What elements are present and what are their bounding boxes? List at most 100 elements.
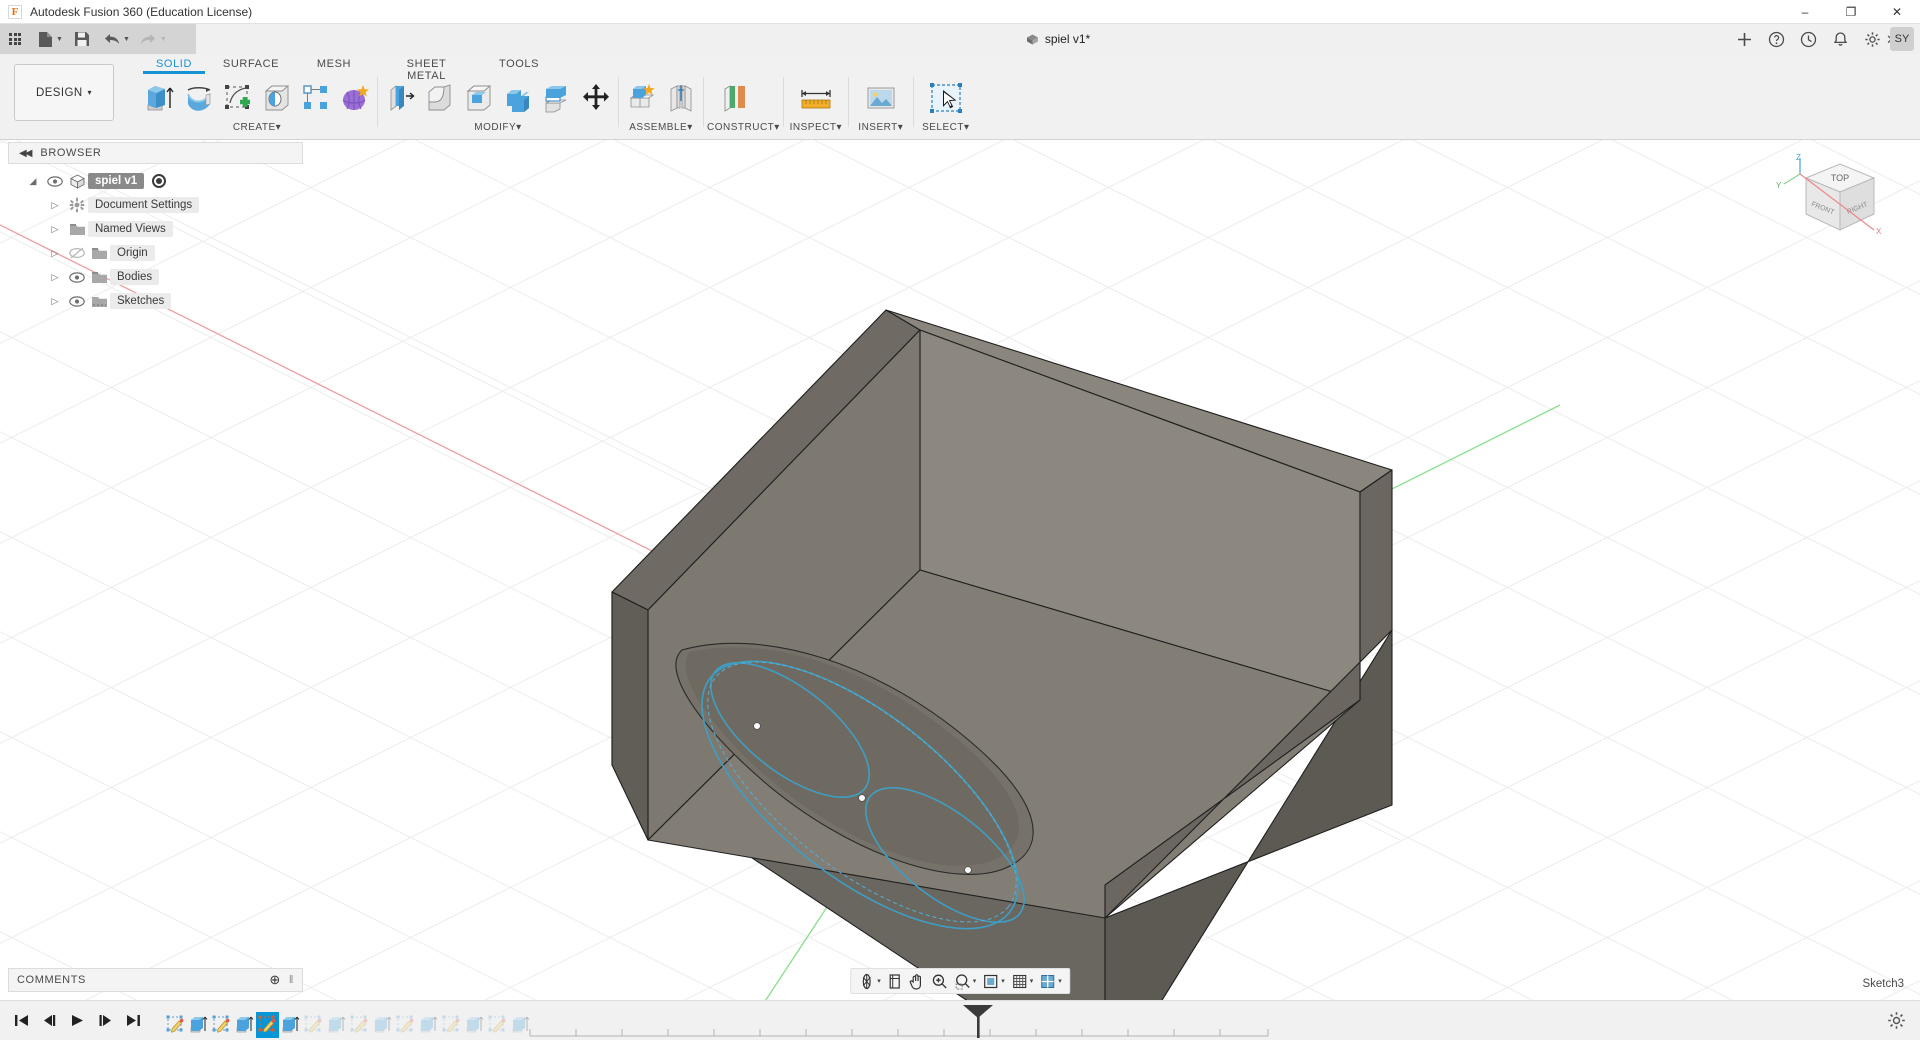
expand-arrow-icon[interactable]: ▷ (44, 296, 66, 307)
undo-caret-icon[interactable]: ▼ (123, 36, 130, 43)
tree-item-spiel[interactable]: ◢ spiel v1 (8, 169, 303, 193)
pan-icon[interactable] (905, 969, 928, 993)
panel-inspect-label[interactable]: INSPECT▾ (787, 121, 845, 135)
quick-access-right-tools: SY (1730, 24, 1914, 54)
timeline-marker[interactable] (963, 1005, 993, 1038)
add-icon[interactable] (1730, 25, 1758, 53)
new-component-tool-icon[interactable] (622, 76, 661, 120)
viewports-icon[interactable]: ▾ (1036, 969, 1065, 993)
visibility-eye-icon[interactable] (66, 271, 88, 283)
tree-item-origin[interactable]: ▷ Origin (8, 241, 303, 265)
workspace-label: DESIGN (36, 86, 83, 99)
visibility-eye-icon[interactable] (44, 175, 66, 187)
active-sketch-status: Sketch3 (1862, 978, 1904, 990)
expand-arrow-icon[interactable]: ◢ (22, 176, 44, 187)
fillet-tool-icon[interactable] (420, 76, 459, 120)
app-grid-icon[interactable] (0, 24, 30, 54)
recent-icon[interactable] (1794, 25, 1822, 53)
notifications-icon[interactable] (1826, 25, 1854, 53)
zoom-window-caret-icon[interactable]: ▾ (973, 977, 977, 985)
fusion360-window: F Autodesk Fusion 360 (Education License… (0, 0, 1920, 1040)
revolve-tool-icon[interactable] (179, 76, 218, 120)
expand-arrow-icon[interactable]: ▷ (44, 272, 66, 283)
tab-surface[interactable]: SURFACE (208, 54, 294, 74)
display-settings-icon[interactable] (884, 969, 905, 993)
split-body-tool-icon[interactable] (537, 76, 576, 120)
offset-plane-tool-icon[interactable] (707, 76, 765, 120)
create-form-tool-icon[interactable] (335, 76, 374, 120)
view-cube[interactable]: TOP FRONT RIGHT Z X Y (1770, 150, 1890, 260)
press-pull-tool-icon[interactable] (381, 76, 420, 120)
tree-item-sketches[interactable]: ▷ Sketches (8, 289, 303, 313)
panel-assemble-label[interactable]: ASSEMBLE▾ (622, 121, 700, 135)
panel-divider (703, 77, 704, 127)
tree-item-document-settings[interactable]: ▷ Document Settings (8, 193, 303, 217)
shell-tool-icon[interactable] (459, 76, 498, 120)
save-icon[interactable] (67, 24, 97, 54)
display-style-caret-icon[interactable]: ▾ (1001, 977, 1005, 985)
orbit-icon[interactable]: ▾ (855, 969, 884, 993)
visibility-eye-off-icon[interactable] (66, 247, 88, 259)
panel-insert-label[interactable]: INSERT▾ (852, 121, 910, 135)
orbit-caret-icon[interactable]: ▾ (877, 977, 881, 985)
tree-item-label: spiel v1 (88, 173, 145, 189)
panel-assemble-caret-icon: ▾ (687, 122, 693, 133)
timeline-settings-gear-icon[interactable] (1887, 1011, 1906, 1035)
display-style-icon[interactable]: ▾ (979, 969, 1008, 993)
expand-arrow-icon[interactable]: ▷ (44, 200, 66, 211)
tree-item-label: Origin (110, 245, 155, 261)
minimize-button[interactable]: – (1782, 0, 1828, 24)
new-document-caret-icon[interactable]: ▼ (56, 36, 63, 43)
select-tool-icon[interactable] (917, 76, 975, 120)
3d-viewport[interactable]: ◀◀ BROWSER ◢ spiel v1 ▷ Document Setting… (0, 140, 1920, 1000)
hole-tool-icon[interactable] (257, 76, 296, 120)
zoom-icon[interactable] (928, 969, 951, 993)
visibility-eye-icon[interactable] (66, 295, 88, 307)
folder-icon (88, 270, 110, 284)
panel-construct-label[interactable]: CONSTRUCT▾ (707, 121, 780, 135)
tree-item-bodies[interactable]: ▷ Bodies (8, 265, 303, 289)
extrude-tool-icon[interactable] (140, 76, 179, 120)
maximize-button[interactable]: ❐ (1828, 0, 1874, 24)
activate-component-radio[interactable] (152, 174, 167, 188)
expand-arrow-icon[interactable]: ▷ (44, 224, 66, 235)
tab-mesh[interactable]: MESH (294, 54, 374, 74)
help-icon[interactable] (1762, 25, 1790, 53)
document-tab-zone: spiel v1* ✕ (196, 24, 1920, 54)
panel-select-label[interactable]: SELECT▾ (917, 121, 975, 135)
create-sketch-tool-icon[interactable] (218, 76, 257, 120)
panel-insert: INSERT▾ (852, 75, 910, 140)
comments-panel[interactable]: COMMENTS ⊕ ‖ (8, 968, 303, 992)
avatar[interactable]: SY (1890, 27, 1914, 51)
panel-modify-label[interactable]: MODIFY▾ (381, 121, 615, 135)
tab-tools[interactable]: TOOLS (479, 54, 559, 74)
viewports-caret-icon[interactable]: ▾ (1058, 977, 1062, 985)
pattern-tool-icon[interactable] (296, 76, 335, 120)
gear-icon (66, 197, 88, 213)
grid-snaps-caret-icon[interactable]: ▾ (1030, 977, 1034, 985)
workspace-switcher[interactable]: DESIGN ▾ (14, 64, 114, 121)
tab-sheet-metal[interactable]: SHEET METAL (374, 54, 479, 82)
grid-snaps-icon[interactable]: ▾ (1008, 969, 1037, 993)
combine-tool-icon[interactable] (498, 76, 537, 120)
add-comment-icon[interactable]: ⊕ (269, 972, 281, 988)
window-title: Autodesk Fusion 360 (Education License) (30, 4, 253, 19)
expand-arrow-icon[interactable]: ▷ (44, 248, 66, 259)
document-tab-label: spiel v1* (1044, 32, 1091, 46)
zoom-window-icon[interactable]: ▾ (951, 969, 980, 993)
panel-create-caret-icon: ▾ (275, 122, 282, 133)
comments-resize-grip[interactable]: ‖ (289, 974, 294, 986)
panel-create-label[interactable]: CREATE▾ (140, 121, 374, 135)
measure-tool-icon[interactable] (787, 76, 845, 120)
settings-icon[interactable] (1858, 25, 1886, 53)
joint-tool-icon[interactable] (661, 76, 700, 120)
tree-item-named-views[interactable]: ▷ Named Views (8, 217, 303, 241)
document-tab[interactable]: spiel v1* (1026, 32, 1090, 46)
insert-image-tool-icon[interactable] (852, 76, 910, 120)
close-button[interactable]: ✕ (1874, 0, 1920, 24)
collapse-icon[interactable]: ◀◀ (19, 148, 32, 159)
panel-divider (618, 77, 619, 127)
panel-modify: MODIFY▾ (381, 75, 615, 140)
redo-caret-icon[interactable]: ▼ (160, 36, 167, 43)
move-copy-tool-icon[interactable] (576, 76, 615, 120)
